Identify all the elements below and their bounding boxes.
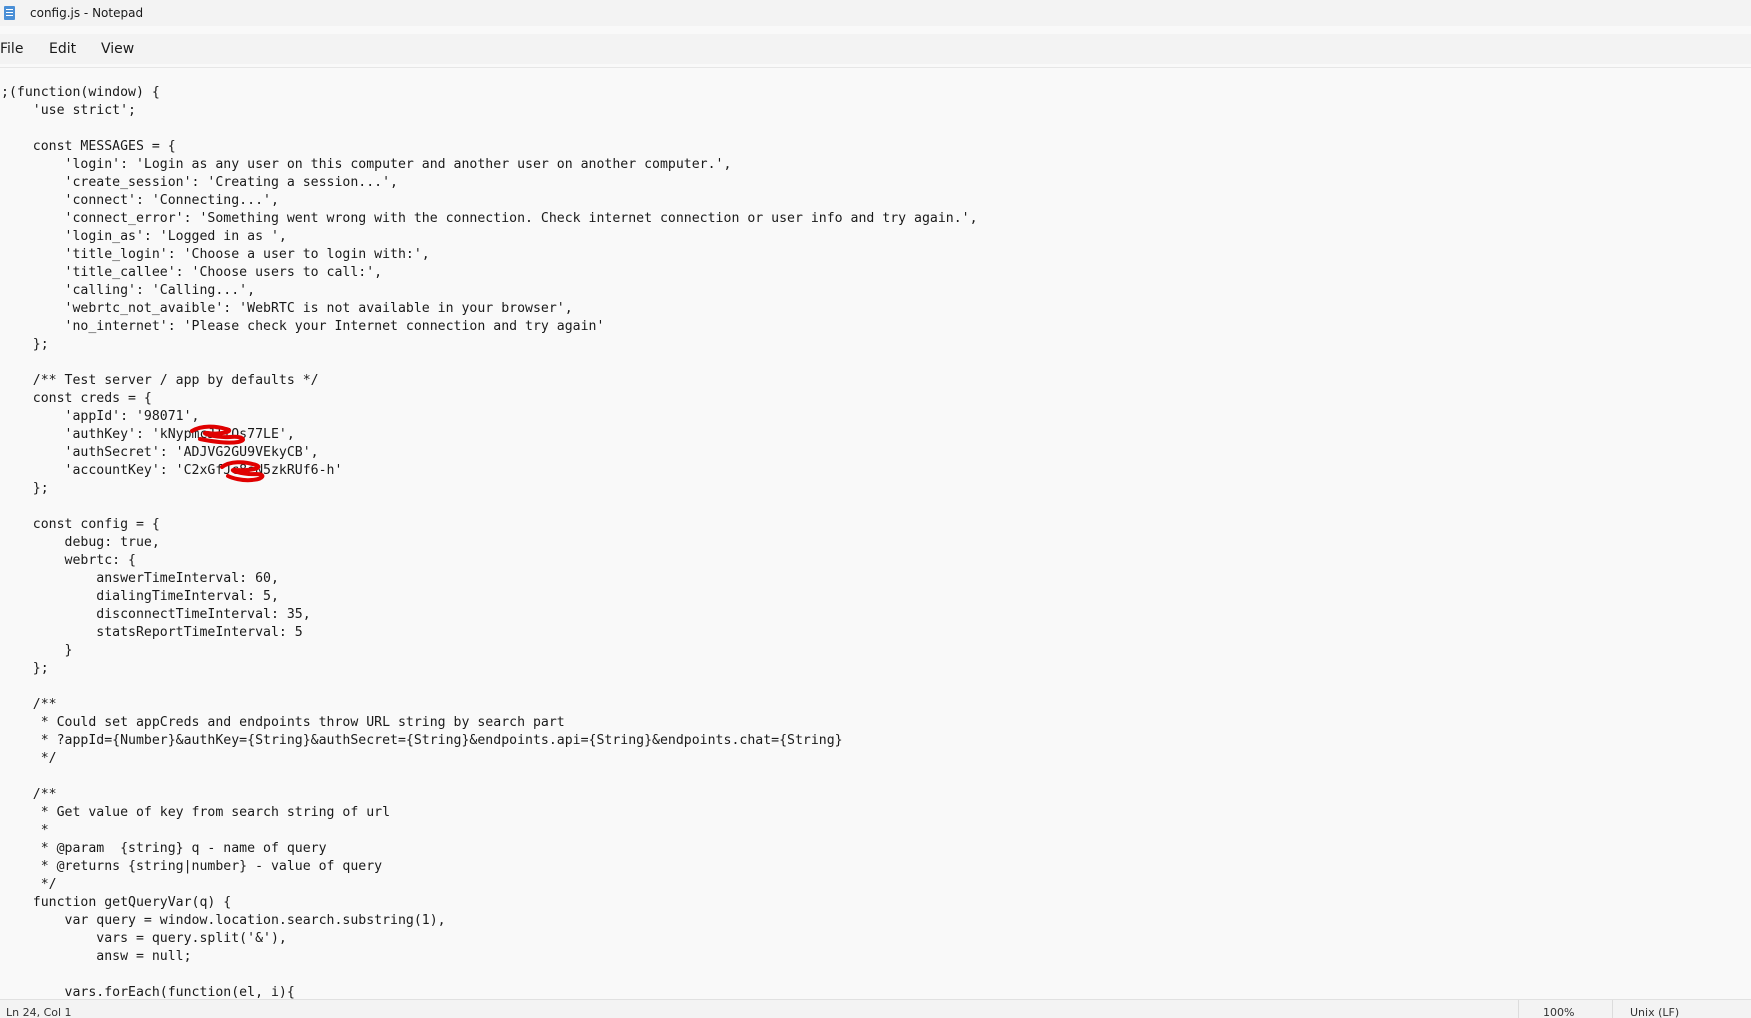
status-divider [1518, 1000, 1519, 1018]
notepad-window: config.js - Notepad File Edit View ;(fun… [0, 0, 1751, 1018]
menu-file[interactable]: File [0, 37, 23, 61]
window-title: config.js - Notepad [30, 6, 144, 20]
zoom-level: 100% [1543, 1006, 1575, 1018]
cursor-position: Ln 24, Col 1 [6, 1006, 72, 1018]
status-bar: Ln 24, Col 1 100% Unix (LF) [0, 999, 1751, 1018]
menu-view[interactable]: View [101, 37, 134, 61]
title-bar: config.js - Notepad [0, 0, 1751, 26]
status-divider [1612, 1000, 1613, 1018]
menu-bar: File Edit View [0, 34, 1751, 64]
line-ending: Unix (LF) [1630, 1006, 1680, 1018]
editor-text[interactable]: ;(function(window) { 'use strict'; const… [1, 84, 978, 1000]
text-editor[interactable]: ;(function(window) { 'use strict'; const… [0, 67, 1751, 1000]
menu-edit[interactable]: Edit [49, 37, 76, 61]
notepad-icon [4, 6, 15, 20]
